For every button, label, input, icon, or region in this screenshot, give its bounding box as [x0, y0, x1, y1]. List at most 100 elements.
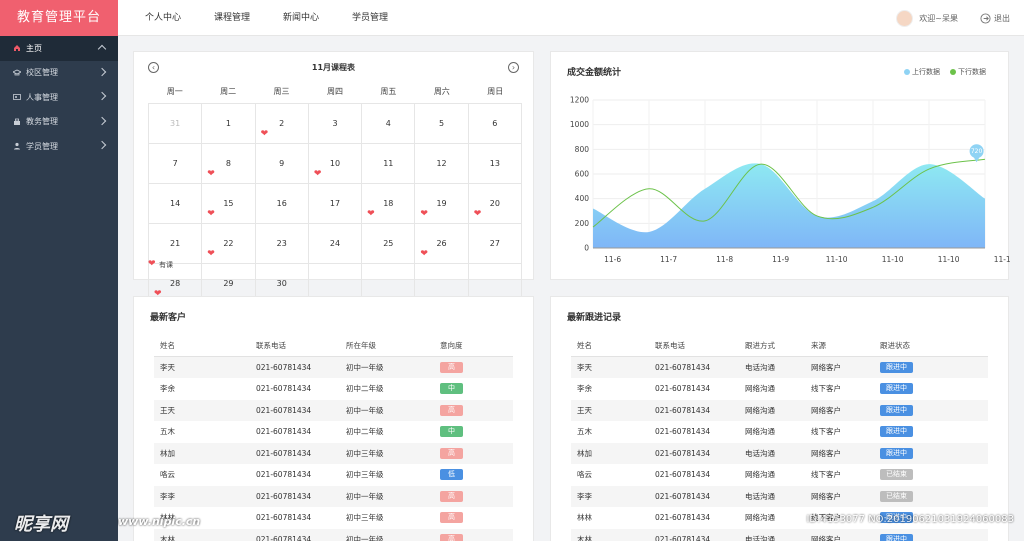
calendar-day[interactable]: 23 — [255, 224, 309, 264]
sidebar-item[interactable]: 校区管理 — [0, 61, 118, 86]
day-number: 5 — [439, 119, 445, 128]
table-row[interactable]: 五木 021-60781434 初中二年级 中 — [154, 421, 513, 443]
table-cell: 林加 — [577, 448, 592, 458]
sidebar: 主页校区管理人事管理 教务管理学员管理 — [0, 36, 118, 541]
table-cell: 李天 — [577, 362, 592, 372]
chevron-icon — [97, 140, 107, 150]
calendar-day[interactable]: 27 — [468, 224, 522, 264]
sidebar-item[interactable]: 主页 — [0, 36, 118, 61]
calendar-day[interactable]: 24 — [308, 224, 363, 264]
legend-item[interactable]: 下行数据 — [950, 67, 986, 77]
day-number: 9 — [279, 159, 285, 168]
table-cell: 初中三年级 — [346, 470, 384, 480]
calendar-day[interactable]: 17 — [308, 184, 363, 224]
table-row[interactable]: 林林 021-60781434 初中三年级高 — [154, 507, 513, 529]
table-row[interactable]: 李天 021-60781434 初中一年级 高 — [154, 356, 513, 378]
topnav-item[interactable]: 课程管理 — [214, 0, 250, 36]
table-row[interactable]: 林加 021-60781434 电话沟通 网络客户 跟进中 — [571, 442, 988, 464]
chevron-icon — [97, 44, 107, 54]
table-cell: 五木 — [577, 427, 592, 437]
calendar-day[interactable]: 4 — [362, 104, 416, 144]
status-badge: 低 — [440, 469, 463, 481]
day-number: 16 — [276, 199, 287, 208]
topnav-item[interactable]: 学员管理 — [352, 0, 388, 36]
day-number: 7 — [172, 159, 178, 168]
calendar-day[interactable]: 31 — [149, 104, 203, 144]
weekday-header: 周一 周二 周三 周四 周五 周六 周日 — [148, 86, 522, 97]
topnav-item[interactable]: 新闻中心 — [283, 0, 319, 36]
calendar-day[interactable]: 14 — [149, 184, 203, 224]
table-cell: 李李 — [160, 491, 175, 501]
table-row[interactable]: 李天 021-60781434 电话沟通 网络客户 跟进中 — [571, 356, 988, 378]
calendar-day[interactable]: 15 ❤ — [202, 184, 256, 224]
calendar-day[interactable]: 22 ❤ — [202, 224, 256, 264]
calendar-day[interactable]: 6 — [468, 104, 522, 144]
calendar-day[interactable]: 25 — [362, 224, 416, 264]
next-month-icon[interactable]: › — [508, 62, 519, 73]
table-row[interactable]: 李李 021-60781434 电话沟通 网络客户 已结束 — [571, 485, 988, 507]
status-badge: 高 — [440, 490, 463, 502]
calendar-day[interactable]: 21 — [149, 224, 203, 264]
table-row[interactable]: 李余 021-60781434 网络沟通 线下客户 跟进中 — [571, 378, 988, 400]
table-row[interactable]: 王天 021-60781434 初中一年级 高 — [154, 399, 513, 421]
calendar-day[interactable]: 7 — [149, 144, 203, 184]
avatar[interactable] — [896, 9, 914, 27]
sidebar-item[interactable]: 学员管理 — [0, 134, 118, 159]
legend-dot — [904, 69, 910, 75]
calendar-day[interactable]: 16 — [255, 184, 309, 224]
table-cell: 初中一年级 — [346, 362, 384, 372]
topnav-item[interactable]: 个人中心 — [145, 0, 181, 36]
campus-icon — [12, 69, 22, 77]
user-info[interactable]: 欢迎~呆果 — [896, 8, 958, 28]
sidebar-item[interactable]: 人事管理 — [0, 85, 118, 110]
table-cell: 网络沟通 — [745, 384, 775, 394]
calendar-day[interactable]: 11 — [362, 144, 416, 184]
legend-item[interactable]: 上行数据 — [904, 67, 940, 77]
sidebar-item-label: 校区管理 — [26, 68, 58, 78]
calendar-day[interactable]: 26 ❤ — [415, 224, 469, 264]
table-header: 姓名 联系电话 所在年级 意向度 — [154, 335, 513, 357]
top-bar: 个人中心 课程管理 新闻中心 学员管理 欢迎~呆果 退出 — [118, 0, 1024, 36]
calendar-day[interactable]: 9 — [255, 144, 309, 184]
chevron-icon — [97, 91, 107, 101]
calendar-day[interactable]: 13 — [468, 144, 522, 184]
table-cell: 021-60781434 — [256, 427, 312, 437]
table-row[interactable]: 五木 021-60781434 网络沟通 线下客户 跟进中 — [571, 421, 988, 443]
table-cell: 高 — [440, 404, 510, 416]
calendar-day[interactable]: 18 ❤ — [362, 184, 416, 224]
column-header: 姓名 — [577, 340, 592, 350]
annotation-pointer — [972, 155, 981, 163]
table-row[interactable]: 木林 021-60781434 初中一年级 高 — [154, 528, 513, 541]
x-tick-label: 11-9 — [772, 255, 789, 264]
calendar-day[interactable]: 5 — [415, 104, 469, 144]
calendar-day[interactable]: 12 — [415, 144, 469, 184]
table-row[interactable]: 咯云 021-60781434 网络沟通 线下客户 已结束 — [571, 464, 988, 486]
day-number: 24 — [329, 239, 341, 248]
column-header: 跟进状态 — [880, 340, 910, 350]
table-row[interactable]: 林加 021-60781434 初中三年级 高 — [154, 442, 513, 464]
calendar-day[interactable]: 3 — [308, 104, 363, 144]
table-row[interactable]: 木林 021-60781434 电话沟通 网络客户 跟进中 — [571, 528, 988, 541]
table-cell: 网络沟通 — [745, 427, 775, 437]
table-row[interactable]: 李余 021-60781434 初中二年级 中 — [154, 378, 513, 400]
calendar-day[interactable]: 10 ❤ — [308, 144, 363, 184]
table-row[interactable]: 李李 021-60781434 初中一年级 高 — [154, 485, 513, 507]
table-row[interactable]: 王天 021-60781434 网络沟通 网络客户 跟进中 — [571, 399, 988, 421]
calendar-day[interactable]: 19 ❤ — [415, 184, 469, 224]
chart-legend: 上行数据 下行数据 — [904, 67, 986, 77]
logout-button[interactable]: 退出 — [980, 8, 1010, 28]
sidebar-item-label: 学员管理 — [26, 141, 58, 151]
status-badge: 中 — [440, 383, 463, 395]
calendar-day[interactable]: 2 ❤ — [255, 104, 309, 144]
calendar-day[interactable]: 1 — [202, 104, 256, 144]
calendar-day[interactable]: 8 ❤ — [202, 144, 256, 184]
chevron-icon — [97, 116, 107, 125]
table-row[interactable]: 咯云 021-60781434 初中三年级 低 — [154, 464, 513, 486]
status-badge: 跟进中 — [880, 361, 913, 373]
sidebar-item[interactable]: 教务管理 — [0, 110, 118, 135]
followups-title: 最新跟进记录 — [567, 313, 622, 323]
amount-chart-panel: 0 200 400 600 800 1000 1200 11-6 11-7 11-8 11-9 11-… — [550, 51, 1010, 280]
y-tick-label: 1200 — [570, 96, 589, 105]
weekday-label: 周五 — [380, 87, 397, 96]
calendar-day[interactable]: 20 ❤ — [468, 184, 522, 224]
